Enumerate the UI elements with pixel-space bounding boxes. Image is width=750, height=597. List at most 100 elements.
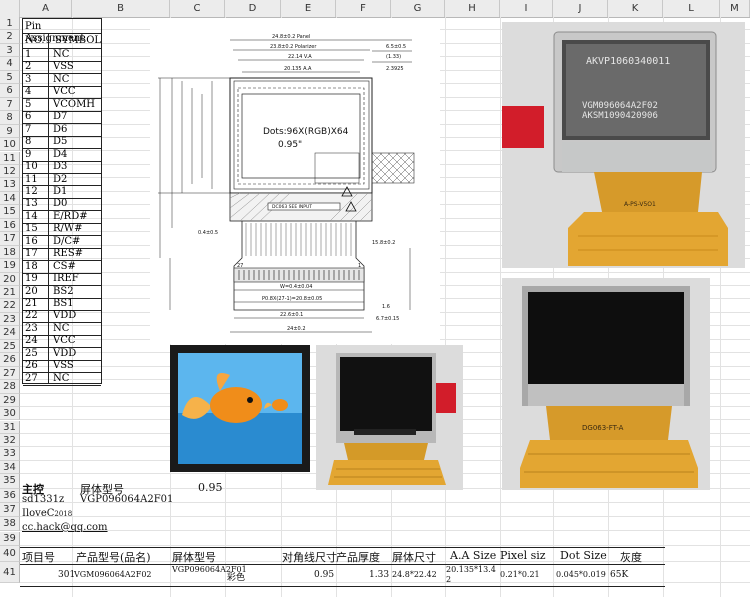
- pin-symbol: D5: [53, 136, 68, 148]
- row-header-27[interactable]: 27: [0, 366, 20, 381]
- row-header-31[interactable]: 31: [0, 420, 20, 434]
- row-header-17[interactable]: 17: [0, 232, 20, 246]
- row-header-26[interactable]: 26: [0, 353, 20, 367]
- row-header-28[interactable]: 28: [0, 380, 20, 394]
- row-header-4[interactable]: 4: [0, 57, 20, 71]
- column-header-j[interactable]: J: [553, 0, 608, 17]
- row-header-12[interactable]: 12: [0, 164, 20, 179]
- row-header-5[interactable]: 5: [0, 70, 20, 85]
- cell-c35[interactable]: 0.95: [198, 481, 223, 494]
- column-header-k[interactable]: K: [608, 0, 663, 17]
- photo3-fpc-label: DG063-FT-A: [582, 424, 624, 432]
- pin-symbol: D1: [53, 185, 68, 197]
- column-header-b[interactable]: B: [72, 0, 170, 17]
- cell-b36[interactable]: VGP096064A2F01: [80, 494, 173, 505]
- row-header-15[interactable]: 15: [0, 205, 20, 219]
- row-header-21[interactable]: 21: [0, 286, 20, 300]
- pin-number: 23: [25, 322, 38, 334]
- pin-symbol: VCC: [53, 86, 76, 98]
- row-header-23[interactable]: 23: [0, 312, 20, 327]
- row-header-13[interactable]: 13: [0, 178, 20, 192]
- row-header-34[interactable]: 34: [0, 460, 20, 475]
- spec-value-0[interactable]: 301: [58, 570, 75, 580]
- pin-symbol: NC: [53, 322, 70, 334]
- row-header-35[interactable]: 35: [0, 474, 20, 489]
- row-header-6[interactable]: 6: [0, 84, 20, 98]
- pin-symbol: NC: [53, 372, 70, 384]
- column-header-f[interactable]: F: [336, 0, 391, 17]
- spec-header-1: 产品型号(品名): [76, 551, 151, 564]
- row-header-14[interactable]: 14: [0, 191, 20, 206]
- dim-pitch: P0.8X(27-1)=20.8±0.05: [262, 296, 322, 302]
- column-header-a[interactable]: A: [20, 0, 72, 17]
- spec-value-8[interactable]: 0.21*0.21: [500, 570, 540, 579]
- row-header-10[interactable]: 10: [0, 138, 20, 152]
- photo-oled-module-front: AKVP1060340011 VGM096064A2F02 AKSM109042…: [502, 22, 745, 268]
- pin-number: 27: [25, 372, 38, 384]
- row-header-41[interactable]: 41: [0, 561, 20, 583]
- photo1-fpc-label: A-PS-V5O1: [624, 201, 656, 208]
- column-header-e[interactable]: E: [281, 0, 336, 17]
- pin-number: 17: [25, 248, 38, 260]
- row-header-20[interactable]: 20: [0, 272, 20, 286]
- row-header-40[interactable]: 40: [0, 545, 20, 562]
- pin-symbol: D3: [53, 161, 68, 173]
- column-header-i[interactable]: I: [500, 0, 553, 17]
- column-header-h[interactable]: H: [445, 0, 500, 17]
- row-header-32[interactable]: 32: [0, 433, 20, 448]
- grid-row: [20, 517, 750, 532]
- pin-number: 6: [25, 111, 32, 123]
- row-header-9[interactable]: 9: [0, 124, 20, 139]
- row-header-25[interactable]: 25: [0, 339, 20, 354]
- pin-header-symbol: SYMBOL: [55, 35, 102, 46]
- spec-value-6[interactable]: 24.8*22.42: [392, 570, 437, 579]
- row-header-22[interactable]: 22: [0, 299, 20, 313]
- cell-a37[interactable]: IloveC2018: [22, 508, 72, 519]
- spec-header-8: Dot Size: [560, 549, 607, 562]
- column-header-g[interactable]: G: [391, 0, 445, 17]
- spec-value-4[interactable]: 0.95: [314, 570, 334, 580]
- pin-symbol: D6: [53, 123, 68, 135]
- row-header-19[interactable]: 19: [0, 259, 20, 273]
- row-header-38[interactable]: 38: [0, 517, 20, 532]
- row-header-2[interactable]: 2: [0, 30, 20, 44]
- row-header-29[interactable]: 29: [0, 393, 20, 408]
- row-header-37[interactable]: 37: [0, 502, 20, 518]
- row-header-3[interactable]: 3: [0, 43, 20, 58]
- dim-side-1: 1.6: [382, 304, 390, 310]
- spec-value-10[interactable]: 65K: [610, 570, 628, 580]
- pin-symbol: RES#: [53, 248, 84, 260]
- pin-number: 1: [25, 49, 32, 60]
- row-header-16[interactable]: 16: [0, 218, 20, 233]
- dim-polarizer: 23.8±0.2 Polarizer: [270, 44, 317, 50]
- row-header-8[interactable]: 8: [0, 111, 20, 125]
- spec-value-1[interactable]: VGM096064A2F02: [74, 570, 152, 579]
- row-header-36[interactable]: 36: [0, 488, 20, 503]
- row-header-39[interactable]: 39: [0, 531, 20, 546]
- column-header-c[interactable]: C: [170, 0, 225, 17]
- spec-value-7[interactable]: 20.135*13.42: [446, 565, 500, 585]
- cell-a36[interactable]: sd1331z: [22, 494, 64, 505]
- row-header-1[interactable]: 1: [0, 17, 20, 31]
- row-header-7[interactable]: 7: [0, 97, 20, 112]
- spec-value-3[interactable]: 彩色: [227, 570, 245, 583]
- pin-number: 11: [25, 173, 38, 185]
- spec-value-9[interactable]: 0.045*0.019: [556, 570, 606, 579]
- spec-value-5[interactable]: 1.33: [369, 570, 389, 580]
- row-header-33[interactable]: 33: [0, 447, 20, 461]
- pin-symbol: D2: [53, 173, 68, 185]
- column-header-d[interactable]: D: [225, 0, 281, 17]
- row-header-18[interactable]: 18: [0, 245, 20, 260]
- row-header-11[interactable]: 11: [0, 151, 20, 165]
- spec-value-2[interactable]: VGP096064A2F01: [172, 565, 247, 575]
- row-header-30[interactable]: 30: [0, 407, 20, 421]
- row-header-24[interactable]: 24: [0, 326, 20, 340]
- select-all-corner[interactable]: [0, 0, 20, 17]
- photo1-lot: AKSM1090420906: [582, 111, 658, 121]
- column-header-l[interactable]: L: [663, 0, 720, 17]
- email-link[interactable]: cc.hack@qq.com: [22, 522, 108, 533]
- pin-header-no: NO.: [25, 35, 45, 46]
- column-header-m[interactable]: M: [720, 0, 750, 17]
- pin-number: 21: [25, 298, 38, 309]
- pin-number: 22: [25, 310, 38, 322]
